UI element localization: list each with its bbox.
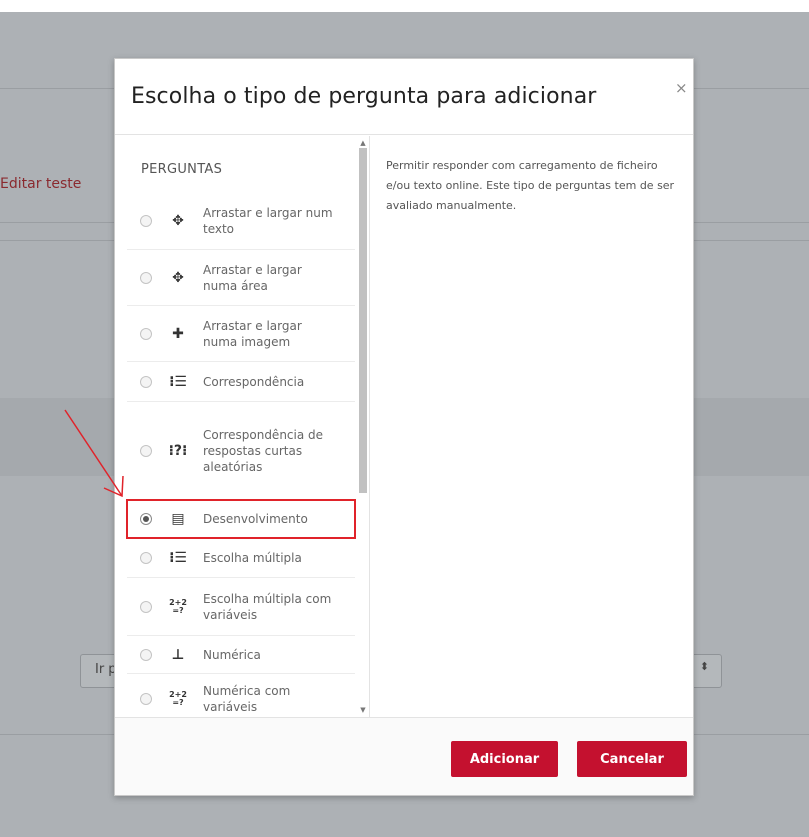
question-type-label: Correspondência de respostas curtas alea… <box>203 427 324 474</box>
radio-button[interactable] <box>140 444 152 457</box>
cancel-button[interactable]: Cancelar <box>577 741 687 777</box>
radio-button[interactable] <box>140 214 152 227</box>
drag-area-icon: ✥ <box>172 269 184 286</box>
radio-button[interactable] <box>140 692 152 705</box>
question-type-list-pane[interactable]: PERGUNTAS ✥ Arrastar e largar num texto ✥ A… <box>115 136 370 717</box>
scroll-thumb[interactable] <box>359 148 367 493</box>
question-type-option[interactable]: 2+2 =? Escolha múltipla com variáveis <box>127 578 355 636</box>
dialog-title: Escolha o tipo de pergunta para adiciona… <box>131 84 597 109</box>
radio-button[interactable] <box>140 512 152 525</box>
question-type-option[interactable]: ✥ Arrastar e largar numa área <box>127 250 355 306</box>
multiple-choice-icon: ⁝☰ <box>169 549 187 566</box>
question-type-option[interactable]: ✚ Arrastar e largar numa imagem <box>127 306 355 362</box>
question-type-option[interactable]: ✥ Arrastar e largar num texto <box>127 192 355 250</box>
calculated-icon: 2+2 =? <box>169 689 187 707</box>
question-type-option[interactable]: ⁝☰ Escolha múltipla <box>127 538 355 578</box>
radio-button[interactable] <box>140 271 152 284</box>
calculated-multichoice-icon: 2+2 =? <box>169 597 187 615</box>
random-short-answer-icon: ⁝?⁝ <box>168 442 188 459</box>
question-type-option[interactable]: ⁝?⁝ Correspondência de respostas curtas a… <box>127 402 355 500</box>
drag-image-icon: ✚ <box>172 325 184 342</box>
radio-button[interactable] <box>140 551 152 564</box>
essay-icon: ▤ <box>171 510 185 527</box>
radio-button[interactable] <box>140 648 152 661</box>
radio-button[interactable] <box>140 327 152 340</box>
question-type-option[interactable]: ⊥ Numérica <box>127 636 355 674</box>
question-type-list: ✥ Arrastar e largar num texto ✥ Arrastar e … <box>126 192 356 717</box>
close-icon[interactable]: × <box>675 79 688 97</box>
drag-text-icon: ✥ <box>172 212 184 229</box>
select-arrows-icon: ⬍ <box>699 660 709 673</box>
question-type-label: Desenvolvimento <box>203 511 308 526</box>
question-type-option[interactable]: 2+2 =? Numérica com variáveis <box>127 674 355 717</box>
radio-button[interactable] <box>140 375 152 388</box>
scrollbar[interactable]: ▲ ▼ <box>357 136 368 717</box>
section-heading: PERGUNTAS <box>141 162 223 177</box>
scroll-up-icon[interactable]: ▲ <box>359 139 367 147</box>
question-type-label: Arrastar e largar numa imagem <box>203 318 302 349</box>
add-button[interactable]: Adicionar <box>451 741 558 777</box>
edit-quiz-link[interactable]: Editar teste <box>0 176 81 192</box>
dialog-header: Escolha o tipo de pergunta para adiciona… <box>115 59 693 135</box>
top-bar <box>0 0 809 12</box>
question-type-label: Escolha múltipla <box>203 550 302 565</box>
question-type-label: Numérica <box>203 647 261 662</box>
scroll-down-icon[interactable]: ▼ <box>359 706 367 714</box>
question-type-label: Arrastar e largar numa área <box>203 262 302 293</box>
question-type-label: Arrastar e largar num texto <box>203 205 333 236</box>
question-type-description: Permitir responder com carregamento de f… <box>386 159 675 212</box>
question-type-label: Correspondência <box>203 374 305 389</box>
question-type-label: Numérica com variáveis <box>203 683 291 714</box>
numerical-icon: ⊥ <box>171 646 185 663</box>
dialog-footer: Adicionar Cancelar <box>115 717 693 795</box>
question-type-label: Escolha múltipla com variáveis <box>203 591 332 622</box>
question-type-dialog: Escolha o tipo de pergunta para adiciona… <box>114 58 694 796</box>
matching-icon: ⁝☰ <box>169 373 187 390</box>
radio-button[interactable] <box>140 600 152 613</box>
question-type-option[interactable]: ▤ Desenvolvimento <box>126 499 356 539</box>
question-type-option[interactable]: ⁝☰ Correspondência <box>127 362 355 402</box>
